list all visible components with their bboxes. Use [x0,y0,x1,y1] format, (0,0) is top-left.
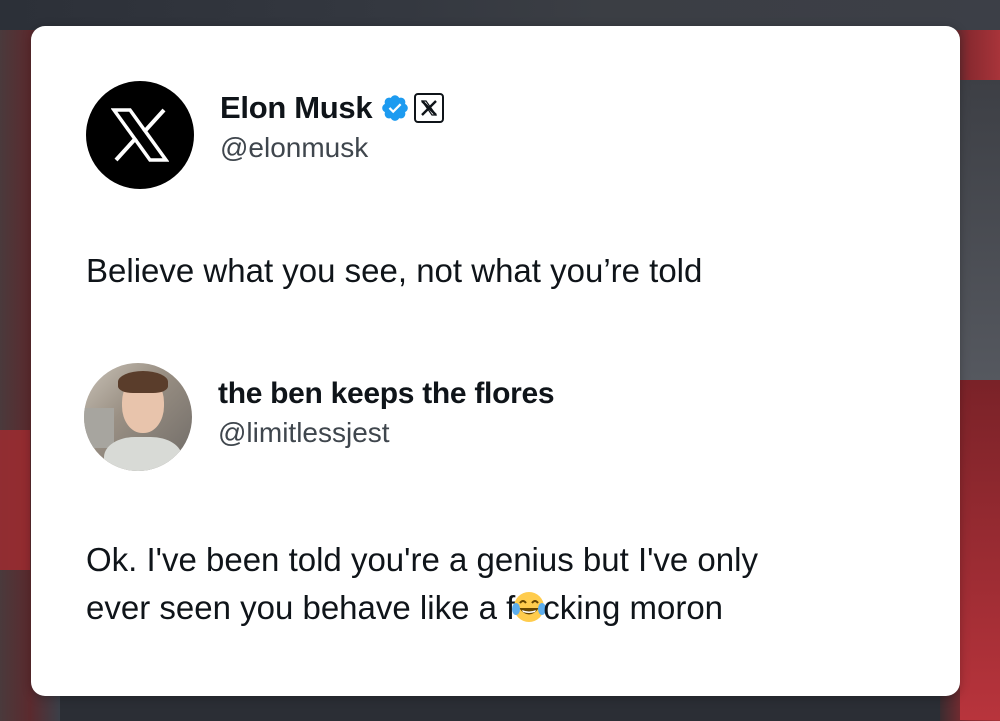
reply-author-handle[interactable]: @limitlessjest [218,417,554,449]
x-logo-icon[interactable] [86,81,194,189]
reply-author-name[interactable]: the ben keeps the flores [218,377,555,411]
x-affiliate-badge-icon [414,93,445,123]
author-handle[interactable]: @elonmusk [220,132,444,164]
avatar[interactable] [84,363,192,471]
post-text: Believe what you see, not what you’re to… [86,252,703,289]
reply-author[interactable]: the ben keeps the flores @limitlessjest [84,363,555,471]
post-author[interactable]: Elon Musk @elonmusk [86,81,445,189]
reply-text-line2: ever seen you behave like a f cking moro… [86,584,936,632]
verified-badge-icon [382,95,409,121]
background-panel-right [960,80,1000,380]
post-card: Elon Musk @elonmusk Believe what you see… [31,26,960,696]
background-red-left [0,430,30,570]
reply-text: Ok. I've been told you're a genius but I… [86,536,936,632]
reply-text-line2-prefix: ever seen you behave like a f [86,589,516,626]
reply-text-line1: Ok. I've been told you're a genius but I… [86,541,758,578]
face-with-tears-of-joy-icon [512,592,547,622]
reply-text-line2-suffix: cking moron [543,589,724,626]
background-red-right [960,380,1000,720]
author-name[interactable]: Elon Musk [220,90,373,126]
